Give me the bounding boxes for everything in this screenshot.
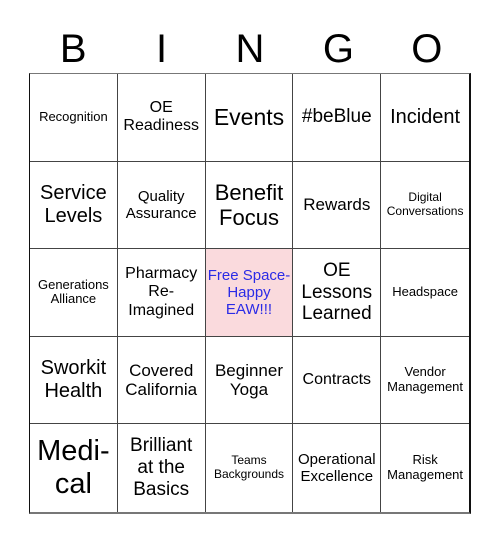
header-letter-o: O <box>411 27 443 71</box>
bingo-cell[interactable]: Rewards <box>293 161 382 250</box>
cell-label: Operational Excellence <box>298 450 376 486</box>
bingo-cell[interactable]: #beBlue <box>293 74 382 162</box>
header-letter-b: B <box>59 27 87 71</box>
cell-label: Medi-cal <box>37 434 110 501</box>
bingo-cell[interactable]: Digital Conversations <box>381 162 469 250</box>
bingo-cell[interactable]: Risk Management <box>381 424 469 512</box>
cell-label: Risk Management <box>387 452 464 483</box>
free-space-label: Free Space-Happy EAW!!! <box>207 266 291 319</box>
bingo-cell[interactable]: OE Lessons Learned <box>293 249 382 337</box>
cell-label: Headspace <box>392 284 458 300</box>
bingo-cell[interactable]: Operational Excellence <box>293 424 382 512</box>
bingo-cell[interactable]: Covered California <box>117 336 206 425</box>
cell-label: Beginner Yoga <box>214 360 284 400</box>
cell-label: Contracts <box>302 370 372 388</box>
cell-label: Covered California <box>125 360 198 400</box>
cell-label: Sworkit Health <box>40 357 107 403</box>
bingo-cell[interactable]: Headspace <box>381 249 469 337</box>
cell-label: Digital Conversations <box>386 190 464 218</box>
free-space-cell[interactable]: Free Space-Happy EAW!!! <box>205 249 294 337</box>
cell-label: Events <box>213 104 285 131</box>
cell-label: Pharmacy Re-Imagined <box>125 264 198 319</box>
cell-label: OE Lessons Learned <box>301 259 373 325</box>
bingo-header: B I N G O <box>29 26 471 72</box>
bingo-cell[interactable]: Incident <box>381 74 469 162</box>
cell-label: Brilliant at the Basics <box>130 435 193 501</box>
header-letter-g: G <box>322 27 354 71</box>
bingo-cell[interactable]: Service Levels <box>30 161 118 250</box>
bingo-cell[interactable]: Beginner Yoga <box>205 336 294 425</box>
cell-label: Generations Alliance <box>37 276 109 307</box>
cell-label: Vendor Management <box>387 364 464 395</box>
cell-label: Rewards <box>303 195 371 215</box>
bingo-cell[interactable]: Benefit Focus <box>205 161 294 250</box>
bingo-cell[interactable]: Sworkit Health <box>30 336 118 425</box>
bingo-cell[interactable]: Events <box>205 74 294 162</box>
bingo-cell[interactable]: Brilliant at the Basics <box>118 424 206 512</box>
cell-label: Teams Backgrounds <box>213 453 285 482</box>
cell-label: Incident <box>390 105 461 128</box>
cell-label: Service Levels <box>40 181 107 227</box>
cell-label: OE Readiness <box>123 98 199 135</box>
header-letter-i: I <box>156 27 168 71</box>
bingo-cell[interactable]: Quality Assurance <box>117 161 206 250</box>
bingo-cell[interactable]: Generations Alliance <box>30 249 118 337</box>
bingo-cell[interactable]: Pharmacy Re-Imagined <box>117 249 206 337</box>
bingo-cell[interactable]: Contracts <box>293 336 382 425</box>
bingo-cell[interactable]: Recognition <box>30 74 118 162</box>
bingo-board: Recognition OE Readiness Events #beBlue … <box>29 73 471 514</box>
cell-label: #beBlue <box>301 106 372 128</box>
header-letter-n: N <box>235 27 265 71</box>
cell-label: Benefit Focus <box>214 179 284 230</box>
bingo-cell[interactable]: Vendor Management <box>381 337 469 425</box>
bingo-cell[interactable]: Teams Backgrounds <box>206 424 294 512</box>
bingo-cell[interactable]: Medi-cal <box>30 424 118 512</box>
cell-label: Quality Assurance <box>125 187 197 222</box>
cell-label: Recognition <box>39 108 108 124</box>
bingo-cell[interactable]: OE Readiness <box>117 74 206 162</box>
